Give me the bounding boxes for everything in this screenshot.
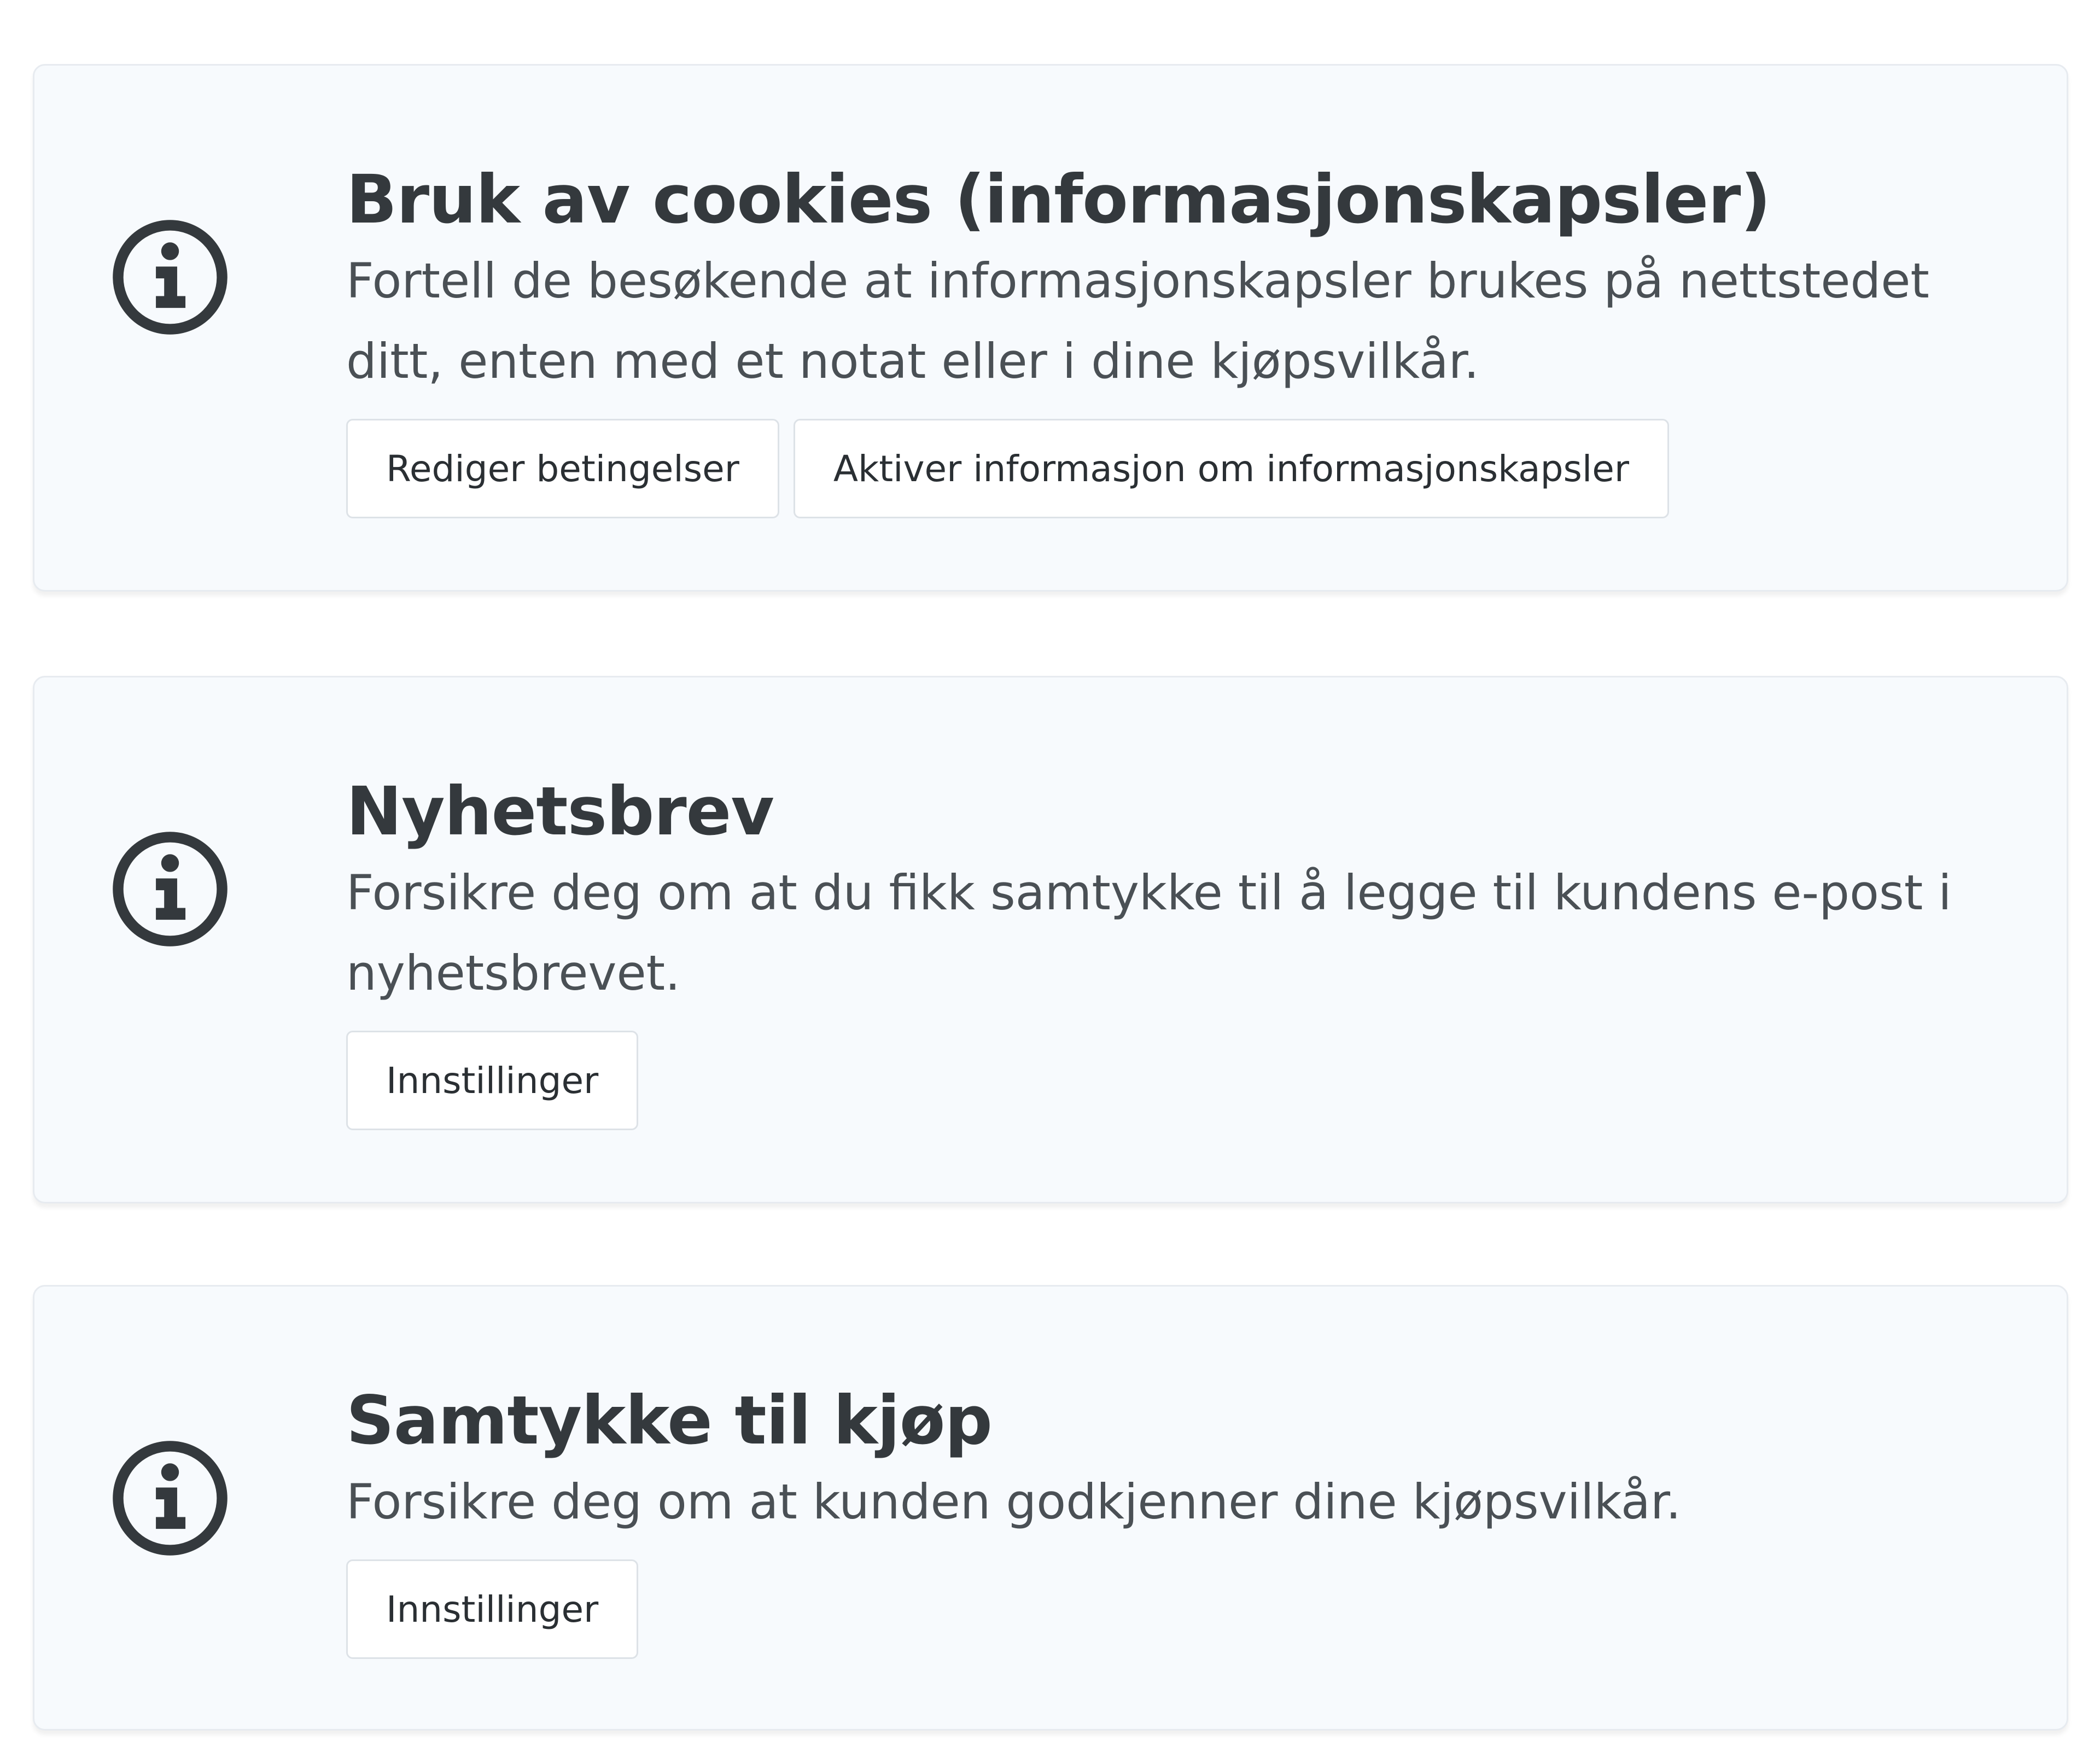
newsletter-description: Forsikre deg om at du fikk samtykke til … [346, 864, 1952, 1001]
cookies-title: Bruk av cookies (informasjonskapsler) [346, 161, 1771, 238]
edit-terms-button[interactable]: Rediger betingelser [346, 419, 779, 518]
newsletter-button-row: Innstillinger [346, 1031, 2001, 1130]
newsletter-settings-button[interactable]: Innstillinger [346, 1031, 639, 1130]
newsletter-content: Nyhetsbrev Forsikre deg om at du fikk sa… [346, 770, 2001, 1130]
info-icon [113, 1441, 228, 1556]
enable-cookie-info-button[interactable]: Aktiver informasjon om informasjonskapsl… [793, 419, 1669, 518]
purchase-consent-title: Samtykke til kjøp [346, 1382, 993, 1459]
purchase-consent-description: Forsikre deg om at kunden godkjenner din… [346, 1474, 1681, 1530]
info-icon [113, 832, 228, 946]
cookies-description: Fortell de besøkende at informasjonskaps… [346, 253, 1929, 389]
purchase-consent-settings-button[interactable]: Innstillinger [346, 1559, 639, 1659]
purchase-consent-card: Samtykke til kjøp Forsikre deg om at kun… [33, 1285, 2068, 1731]
newsletter-card: Nyhetsbrev Forsikre deg om at du fikk sa… [33, 676, 2068, 1203]
cookies-card: Bruk av cookies (informasjonskapsler) Fo… [33, 64, 2068, 592]
purchase-consent-content: Samtykke til kjøp Forsikre deg om at kun… [346, 1380, 2001, 1659]
cookies-content: Bruk av cookies (informasjonskapsler) Fo… [346, 159, 2001, 518]
cookies-button-row: Rediger betingelser Aktiver informasjon … [346, 419, 2001, 518]
info-icon [113, 220, 228, 335]
purchase-consent-button-row: Innstillinger [346, 1559, 2001, 1659]
newsletter-title: Nyhetsbrev [346, 773, 774, 850]
